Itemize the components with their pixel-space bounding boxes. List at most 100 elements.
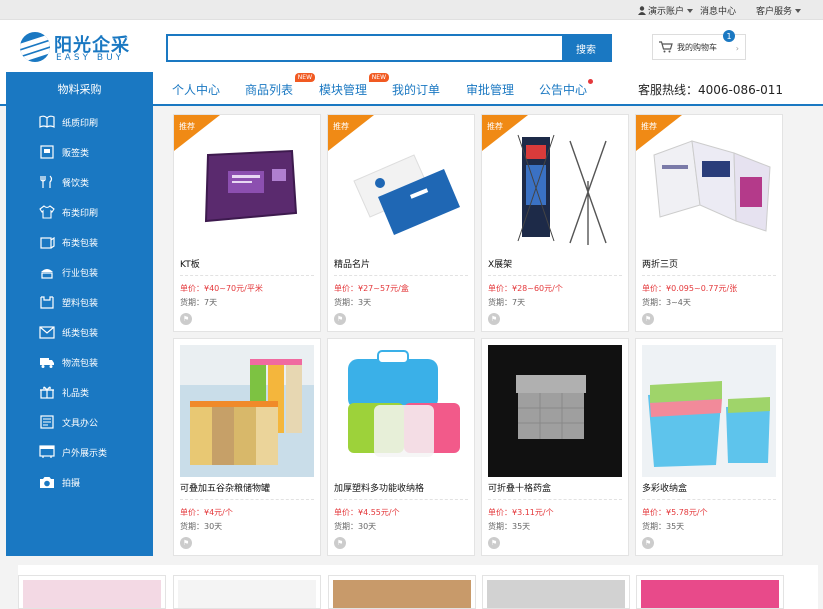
flag-icon[interactable]: ⚑ — [488, 537, 500, 549]
product-card[interactable]: 推荐 X展架 单价：¥28~60元/个 货期：7天 ⚑ — [481, 114, 629, 332]
product-price: 单价：¥4.55元/个 — [334, 508, 400, 517]
sidebar-item-cloth-printing[interactable]: 布类印刷 — [6, 200, 153, 224]
product-card-partial[interactable] — [328, 575, 476, 609]
sidebar-item-label: 物流包装 — [62, 358, 99, 369]
flag-icon[interactable]: ⚑ — [642, 537, 654, 549]
product-price: 单价：¥27~57元/盒 — [334, 284, 409, 293]
sidebar-item-label: 贩签类 — [62, 148, 90, 159]
product-image[interactable] — [180, 345, 314, 477]
sidebar-item-signs[interactable]: 贩签类 — [6, 140, 153, 164]
sidebar-item-paper-printing[interactable]: 纸质印刷 — [6, 110, 153, 134]
product-name[interactable]: 多彩收纳盒 — [642, 481, 687, 494]
flag-icon[interactable]: ⚑ — [334, 537, 346, 549]
logo[interactable]: 阳光企采 EASY BUY — [20, 31, 130, 67]
sidebar-item-photography[interactable]: 拍摄 — [6, 470, 153, 494]
box-icon — [39, 295, 55, 309]
product-card[interactable]: 可折叠十格药盒 单价：¥3.11元/个 货期：35天 ⚑ — [481, 338, 629, 556]
product-image[interactable] — [488, 121, 622, 253]
display-icon — [39, 445, 55, 459]
camera-icon — [39, 475, 55, 489]
top-bar: 演示账户 消息中心 客户服务 — [0, 0, 823, 20]
flag-icon[interactable]: ⚑ — [180, 313, 192, 325]
product-name[interactable]: 精品名片 — [334, 257, 370, 270]
nav-personal-center[interactable]: 个人中心 — [172, 81, 220, 98]
sidebar-item-catering[interactable]: 餐饮类 — [6, 170, 153, 194]
recommend-label: 推荐 — [641, 122, 657, 131]
product-name[interactable]: X展架 — [488, 257, 512, 270]
nav-module-management[interactable]: 模块管理 NEW — [319, 73, 390, 98]
customer-service-menu[interactable]: 客户服务 — [756, 4, 802, 17]
product-card[interactable]: 推荐 精品名片 单价：¥27~57元/盒 货期：3天 ⚑ — [327, 114, 475, 332]
sidebar-item-label: 礼品类 — [62, 388, 90, 399]
cake-icon — [39, 265, 55, 279]
message-center-link[interactable]: 消息中心 — [700, 4, 736, 17]
product-price: 单价：¥4元/个 — [180, 508, 233, 517]
sidebar-item-industry-packaging[interactable]: 行业包装 — [6, 260, 153, 284]
nav-announcement-center[interactable]: 公告中心 — [539, 79, 594, 98]
search-input[interactable] — [168, 36, 564, 60]
sidebar-item-gifts[interactable]: 礼品类 — [6, 380, 153, 404]
category-title[interactable]: 物料采购 — [6, 72, 153, 106]
product-name[interactable]: 两折三页 — [642, 257, 678, 270]
product-card-partial[interactable] — [173, 575, 321, 609]
product-image[interactable] — [642, 345, 776, 477]
cart-count-badge: 1 — [723, 30, 735, 42]
nav-approval-management[interactable]: 审批管理 — [466, 81, 514, 98]
product-image[interactable] — [334, 121, 468, 253]
recommend-label: 推荐 — [179, 122, 195, 131]
divider — [180, 275, 314, 276]
notification-dot — [588, 79, 594, 84]
sidebar-item-label: 纸类包装 — [62, 328, 99, 339]
sidebar-item-plastic-packaging[interactable]: 塑料包装 — [6, 290, 153, 314]
product-image[interactable] — [642, 121, 776, 253]
nav-product-list[interactable]: 商品列表 NEW — [245, 73, 316, 98]
nav-my-orders[interactable]: 我的订单 — [392, 81, 440, 98]
service-label: 客户服务 — [756, 7, 793, 17]
sidebar-item-label: 塑料包装 — [62, 298, 99, 309]
account-label: 演示账户 — [648, 7, 685, 17]
sidebar-item-logistics-packaging[interactable]: 物流包装 — [6, 350, 153, 374]
chevron-down-icon — [795, 8, 802, 13]
product-image[interactable] — [180, 121, 314, 253]
nav-label: 商品列表 — [245, 83, 294, 97]
flag-icon[interactable]: ⚑ — [642, 313, 654, 325]
flag-icon[interactable]: ⚑ — [334, 313, 346, 325]
product-lead-time: 货期：7天 — [488, 298, 526, 307]
sidebar-item-label: 餐饮类 — [62, 178, 90, 189]
sidebar-item-outdoor-display[interactable]: 户外展示类 — [6, 440, 153, 464]
search-button[interactable]: 搜索 — [562, 36, 610, 60]
product-image[interactable] — [334, 345, 468, 477]
product-card[interactable]: 加厚塑料多功能收纳格 单价：¥4.55元/个 货期：30天 ⚑ — [327, 338, 475, 556]
product-card[interactable]: 推荐 两折三页 单价：¥0.095~0.77元/张 货期：3~4天 ⚑ — [635, 114, 783, 332]
product-name[interactable]: 加厚塑料多功能收纳格 — [334, 481, 424, 494]
sidebar-item-paper-packaging[interactable]: 纸类包装 — [6, 320, 153, 344]
new-badge: NEW — [368, 73, 390, 82]
badge-icon — [39, 145, 55, 159]
product-card[interactable]: 可叠加五谷杂粮储物罐 单价：¥4元/个 货期：30天 ⚑ — [173, 338, 321, 556]
flag-icon[interactable]: ⚑ — [180, 537, 192, 549]
product-card-partial[interactable] — [482, 575, 630, 609]
divider — [334, 275, 468, 276]
cart-label: 我的购物车 — [677, 42, 717, 52]
product-price: 单价：¥28~60元/个 — [488, 284, 563, 293]
product-card[interactable]: 多彩收纳盒 单价：¥5.78元/个 货期：35天 ⚑ — [635, 338, 783, 556]
product-name[interactable]: KT板 — [180, 257, 200, 270]
service-hotline: 客服热线：4006-086-011 — [638, 83, 784, 97]
product-card-partial[interactable] — [636, 575, 784, 609]
sidebar-item-label: 布类包装 — [62, 238, 99, 249]
product-price: 单价：¥3.11元/个 — [488, 508, 554, 517]
sidebar-item-stationery[interactable]: 文具办公 — [6, 410, 153, 434]
bag-icon — [39, 235, 55, 249]
product-name[interactable]: 可叠加五谷杂粮储物罐 — [180, 481, 270, 494]
product-image[interactable] — [488, 345, 622, 477]
product-lead-time: 货期：35天 — [488, 522, 531, 531]
product-name[interactable]: 可折叠十格药盒 — [488, 481, 551, 494]
product-lead-time: 货期：7天 — [180, 298, 218, 307]
product-card-partial[interactable] — [18, 575, 166, 609]
sidebar-item-cloth-packaging[interactable]: 布类包装 — [6, 230, 153, 254]
product-card[interactable]: 推荐 KT板 单价：¥40~70元/平米 货期：7天 ⚑ — [173, 114, 321, 332]
cart-button[interactable]: 我的购物车 1 › — [652, 30, 746, 60]
product-lead-time: 货期：30天 — [334, 522, 377, 531]
account-menu[interactable]: 演示账户 — [638, 4, 694, 17]
flag-icon[interactable]: ⚑ — [488, 313, 500, 325]
